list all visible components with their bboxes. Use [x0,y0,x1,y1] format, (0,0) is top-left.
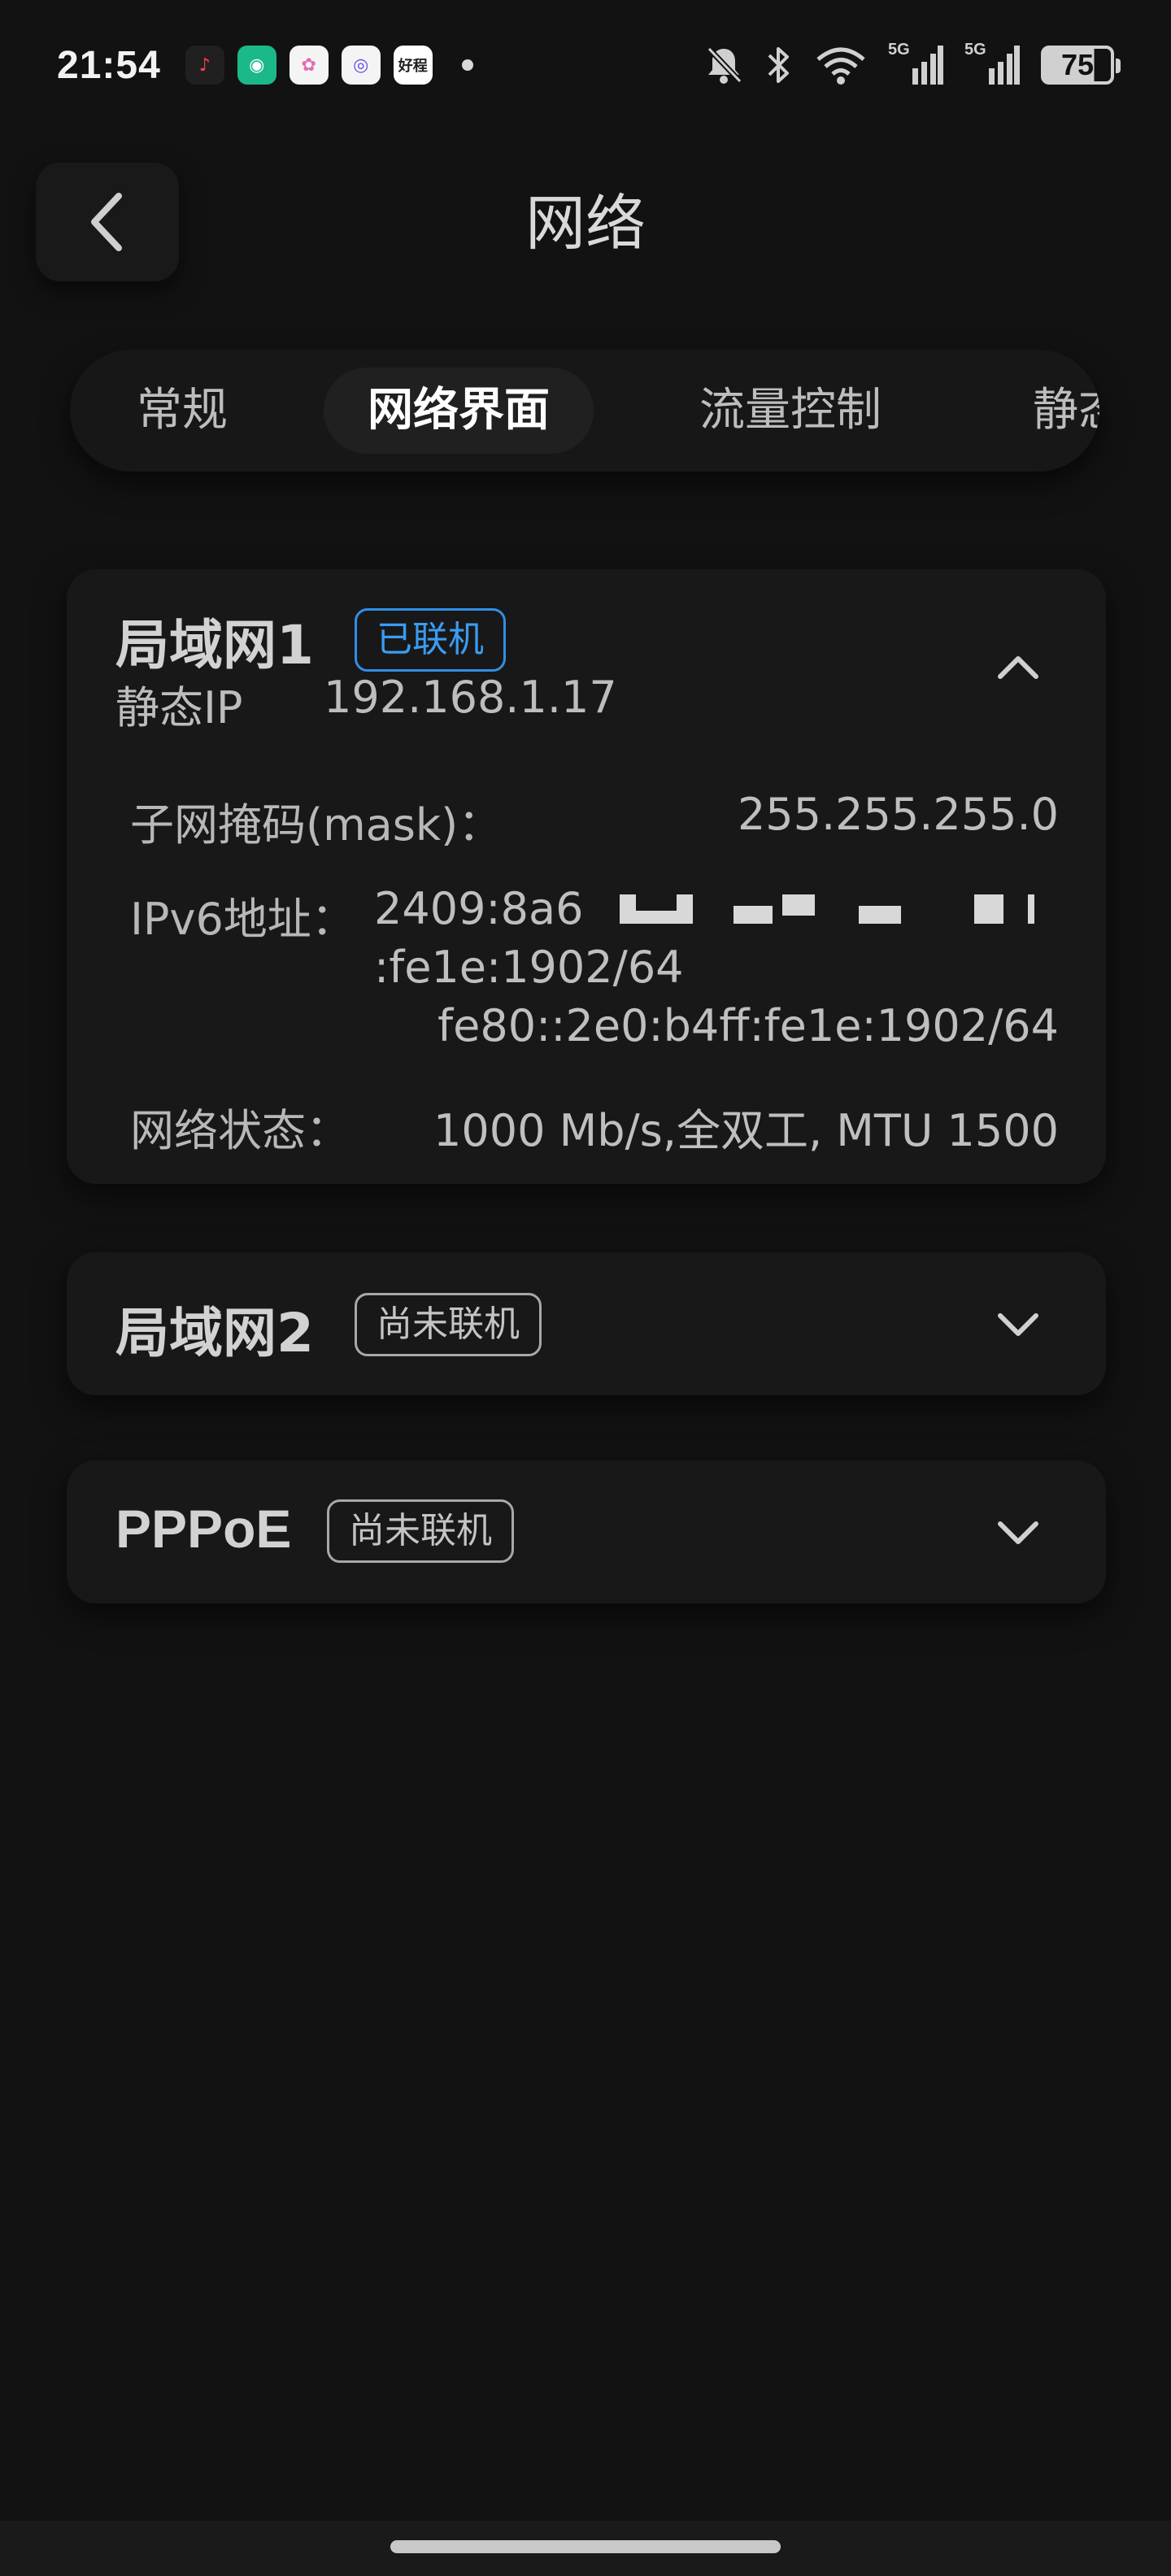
status-bar: 21:54 ♪ ◉ ✿ ◎ 好程 5G 5G 75 [0,0,1171,130]
pppoe-title: PPPoE [115,1499,292,1559]
tiktok-icon: ♪ [185,46,224,85]
mijia-icon: ◉ [237,46,276,85]
lan1-status-badge: 已联机 [355,608,506,672]
tab-bar: 常规 网络界面 流量控制 静态 [70,350,1099,472]
bluetooth-icon [768,47,789,83]
lan2-card[interactable]: 局域网2 尚未联机 [67,1252,1106,1395]
network-status-label: 网络状态： [130,1105,350,1156]
cell-signal-2: 5G [964,41,1020,86]
notification-dot-icon [461,59,473,71]
lan1-card: 局域网1 已联机 静态IP 192.168.1.17 子网掩码(mask)： 2… [67,569,1106,1184]
colorful-app-icon: ✿ [289,46,329,85]
tab-network-interface[interactable]: 网络界面 [324,368,594,454]
chevron-up-icon[interactable] [994,642,1043,691]
lan1-mode-label: 静态IP [115,682,243,733]
chevron-down-icon[interactable] [994,1299,1043,1348]
haocheng-app-icon: 好程 [393,46,433,85]
ipv6-line-2: :fe1e:1902/64 [374,942,684,993]
battery-indicator: 75 [1041,46,1121,85]
signal-bars-icon [912,46,943,85]
ipv6-line-1: 2409:8a6 [374,883,584,934]
pppoe-status-badge: 尚未联机 [327,1499,514,1563]
tab-traffic-control[interactable]: 流量控制 [699,368,882,454]
status-time: 21:54 [57,43,161,87]
ipv6-label: IPv6地址： [130,894,355,945]
mute-bell-icon [707,46,742,84]
tab-static[interactable]: 静态 [1033,368,1099,454]
home-gesture-handle[interactable] [390,2540,781,2553]
wifi-icon [816,47,865,85]
pppoe-card[interactable]: PPPoE 尚未联机 [67,1460,1106,1603]
fingerprint-app-icon: ◎ [341,46,381,85]
signal-bars-icon [989,46,1020,85]
lan1-title: 局域网1 [115,614,314,677]
status-icons: 5G 5G 75 [704,41,1121,86]
mask-label: 子网掩码(mask)： [130,799,503,851]
chevron-down-icon[interactable] [994,1508,1043,1556]
lan2-status-badge: 尚未联机 [355,1293,542,1356]
mask-value: 255.255.255.0 [737,789,1059,840]
network-status-value: 1000 Mb/s,全双工, MTU 1500 [433,1105,1059,1156]
ipv6-line-3: fe80::2e0:b4ff:fe1e:1902/64 [437,1000,1059,1051]
lan1-header[interactable]: 局域网1 已联机 静态IP 192.168.1.17 [67,569,1106,733]
page-title: 网络 [525,189,646,259]
tab-general[interactable]: 常规 [137,368,228,454]
redacted-region [574,888,1062,937]
cell-signal-1: 5G [888,41,943,86]
lan1-ip: 192.168.1.17 [324,672,617,723]
lan2-title: 局域网2 [115,1302,314,1364]
